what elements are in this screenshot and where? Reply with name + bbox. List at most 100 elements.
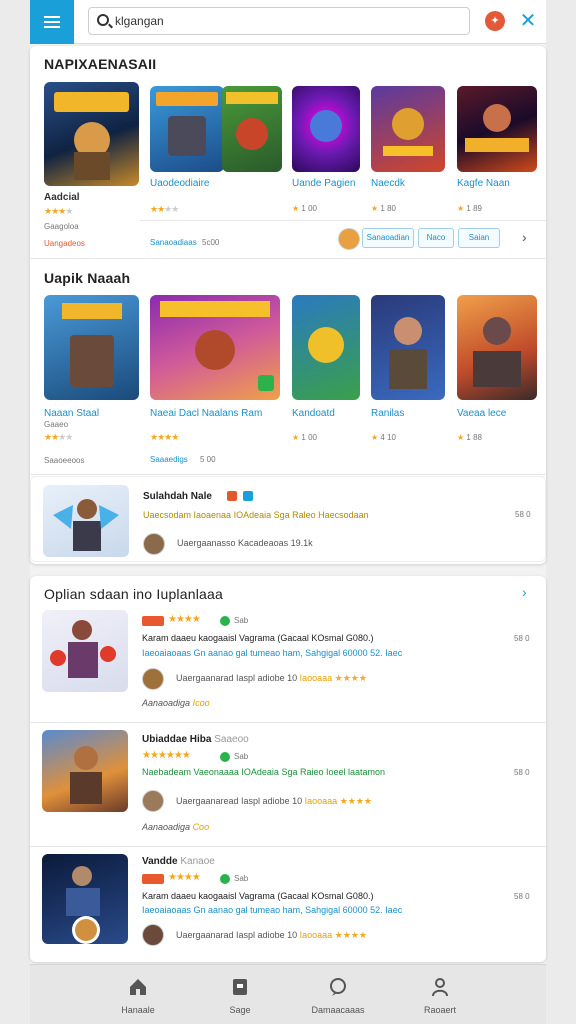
rating-stars: ★★★★★★ <box>142 750 191 761</box>
author-line: Uaergaanarad Iaspl adiobe 10 Iaooaaa ★★★… <box>176 673 367 683</box>
game-thumb[interactable] <box>292 86 360 172</box>
game-thumb[interactable] <box>371 295 445 400</box>
file-size: 58 0 <box>514 892 530 901</box>
game-name[interactable]: Uaodeodiaire <box>150 178 210 189</box>
avatar <box>142 790 164 812</box>
section-title: NAPIXAENASAII <box>44 56 157 72</box>
item-title-text: Ubiaddae Hiba <box>142 734 212 745</box>
filter-chip[interactable]: Sanaoadian <box>362 228 414 248</box>
category-link[interactable]: Saaoeeoos <box>44 456 84 465</box>
game-name[interactable]: Naaan Staal <box>44 408 99 419</box>
game-name[interactable]: Aadcial <box>44 192 80 203</box>
menu-button[interactable] <box>30 0 74 44</box>
profile-icon[interactable]: ✦ <box>485 11 505 31</box>
chevron-right-icon[interactable]: › <box>522 584 527 600</box>
featured-description: Uaecsodam Iaoaenaa IOAdeaia Sga Raleo Ha… <box>143 510 369 520</box>
game-thumb[interactable] <box>292 295 360 400</box>
home-icon <box>130 979 146 995</box>
search-box[interactable] <box>88 7 470 35</box>
nav-downloads[interactable]: Damaacaaas <box>288 965 388 1024</box>
nav-home[interactable]: Hanaale <box>88 965 188 1024</box>
file-size: 58 0 <box>514 634 530 643</box>
close-icon[interactable]: ✕ <box>517 10 539 32</box>
list-thumb[interactable] <box>42 610 128 692</box>
file-size: 58 0 <box>515 510 531 519</box>
game-meta: Gaagoloa <box>44 222 79 231</box>
category-link[interactable]: Saaaedigs <box>150 455 188 464</box>
category-link[interactable]: Sanaoadiaas <box>150 238 197 247</box>
chat-icon <box>330 978 346 996</box>
search-input[interactable] <box>115 12 455 30</box>
user-icon <box>432 978 448 997</box>
author-name: Uaergaanarad Iaspl adiobe 10 <box>176 930 298 940</box>
rating-value: ★ 1 00 <box>292 204 317 213</box>
footer-extra: Coo <box>192 822 210 832</box>
game-thumb[interactable] <box>44 295 139 400</box>
badge-text: Sab <box>234 874 249 883</box>
item-title[interactable]: Karam daaeu kaogaaisl Vagrama (Gacaal KO… <box>142 633 373 643</box>
badge-icon <box>227 491 237 501</box>
featured-item[interactable]: Sulahdah Nale Uaecsodam Iaoaenaa IOAdeai… <box>30 476 546 562</box>
category-link[interactable]: Uangadeos <box>44 239 85 248</box>
game-name[interactable]: Kagfe Naan <box>457 178 510 189</box>
badge-text: Sab <box>234 616 249 625</box>
featured-thumb <box>43 485 129 557</box>
rating-stars: ★★★★ <box>168 614 201 625</box>
game-name[interactable]: Uande Pagien <box>292 178 355 189</box>
rating-stars: ★★★★ <box>44 206 73 216</box>
author-line: Uaergaanaread Iaspl adiobe 10 Iaooaaa ★★… <box>176 796 372 806</box>
game-thumb[interactable] <box>44 82 139 186</box>
featured-title: Sulahdah Nale <box>143 491 212 502</box>
rating-text: 1 80 <box>380 204 396 213</box>
section-title: Uapik Naaah <box>44 270 131 286</box>
author-name: Uaergaanaread Iaspl adiobe 10 <box>176 796 303 806</box>
author-extra: Iaooaaa <box>299 930 333 940</box>
store-icon <box>233 979 247 995</box>
bottom-nav: Hanaale Sage Damaacaaas Raoaert <box>30 964 546 1024</box>
game-thumb[interactable] <box>150 86 224 172</box>
author-line: Uaergaanarad Iaspl adiobe 10 Iaooaaa ★★★… <box>176 930 367 940</box>
nav-profile[interactable]: Raoaert <box>390 965 490 1024</box>
divider <box>140 220 546 221</box>
rating-value: ★ 1 00 <box>292 433 317 442</box>
nav-label: Hanaale <box>121 1005 155 1015</box>
item-title[interactable]: Karam daaeu kaogaaisl Vagrama (Gacaal KO… <box>142 891 373 901</box>
rating-value: ★ 1 88 <box>457 433 482 442</box>
rating-value: ★ 1 89 <box>457 204 482 213</box>
avatar <box>142 924 164 946</box>
footer-extra: Icoo <box>192 698 210 708</box>
game-name[interactable]: Vaeaa lece <box>457 408 506 419</box>
author-name: Uaergaanarad Iaspl adiobe 10 <box>176 673 298 683</box>
nav-store[interactable]: Sage <box>190 965 290 1024</box>
item-subtitle: Iaeoaiaoaas Gn aanao gal tumeao ham, Sah… <box>142 648 403 658</box>
count-text: 5c00 <box>202 238 220 247</box>
badge-text: Sab <box>234 752 249 761</box>
game-thumb[interactable] <box>457 86 537 172</box>
item-title-text: Vandde <box>142 856 178 867</box>
footer-text: Aanaoadiga <box>142 822 191 832</box>
game-thumb[interactable] <box>457 295 537 400</box>
game-thumb[interactable] <box>150 295 280 400</box>
list-thumb[interactable] <box>42 730 128 812</box>
filter-chip[interactable]: Saian <box>458 228 500 248</box>
rating-text: 1 88 <box>466 433 482 442</box>
rating-value: ★ 1 80 <box>371 204 396 213</box>
avatar <box>338 228 360 250</box>
rating-text: 1 89 <box>466 204 482 213</box>
rating-stars: ★★★★ <box>150 432 179 442</box>
rating-text: 4 10 <box>380 433 396 442</box>
author-extra: Iaooaaa <box>299 673 333 683</box>
game-thumb[interactable] <box>371 86 445 172</box>
game-name[interactable]: Ranilas <box>371 408 404 419</box>
game-name[interactable]: Naeai Dacl Naalans Ram <box>150 408 262 419</box>
list-thumb[interactable] <box>42 854 128 944</box>
chevron-right-icon[interactable]: › <box>522 229 527 245</box>
game-name[interactable]: Kandoatd <box>292 408 335 419</box>
verified-icon <box>220 752 230 762</box>
filter-chip[interactable]: Naco <box>418 228 454 248</box>
game-name[interactable]: Naecdk <box>371 178 405 189</box>
games-card: NAPIXAENASAII Aadcial Uaodeodiaire Uande… <box>30 46 546 564</box>
item-footer: Aanaoadiga Icoo <box>142 698 210 708</box>
rating-stars: ★★★★ <box>44 432 73 442</box>
game-thumb[interactable] <box>222 86 282 172</box>
